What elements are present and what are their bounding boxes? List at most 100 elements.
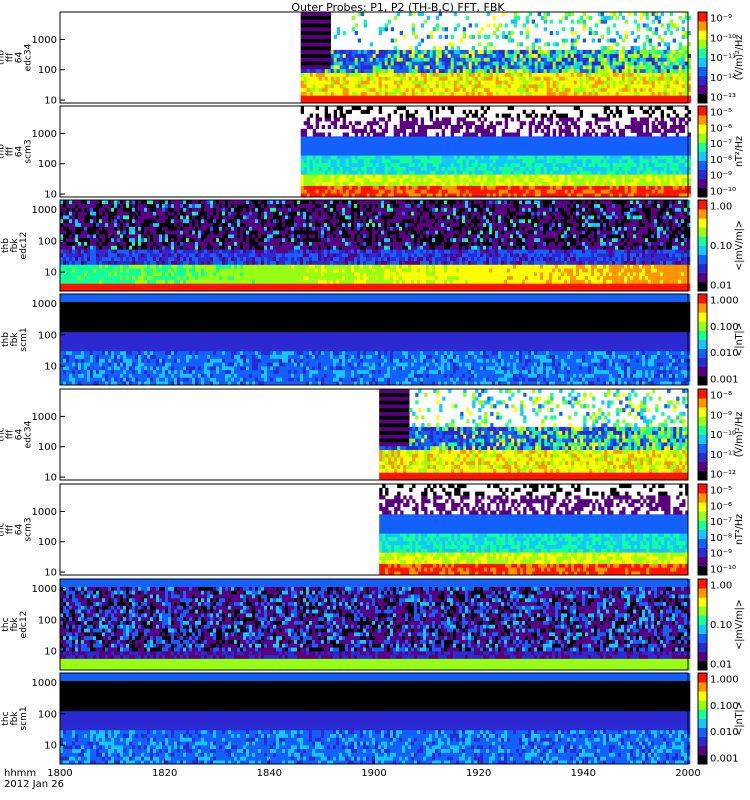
heatmap-cell (640, 95, 643, 99)
heatmap-cell (469, 84, 472, 88)
heatmap-cell (544, 65, 547, 69)
heatmap-cell (637, 88, 640, 92)
heatmap-cell (613, 54, 616, 58)
heatmap-cell (442, 95, 445, 99)
heatmap-cell (541, 50, 544, 54)
heatmap-cell (352, 69, 355, 73)
heatmap-cell (469, 88, 472, 92)
heatmap-cell (547, 77, 550, 81)
heatmap-cell (313, 58, 316, 62)
heatmap-cell (385, 92, 388, 96)
heatmap-cell (391, 39, 394, 43)
heatmap-cell (418, 58, 421, 62)
heatmap-cell (616, 80, 619, 84)
heatmap-cell (415, 92, 418, 96)
heatmap-cell (331, 88, 334, 92)
heatmap-cell (496, 73, 499, 77)
heatmap-cell (541, 88, 544, 92)
heatmap-cell (544, 12, 547, 16)
heatmap-cell (589, 69, 592, 73)
heatmap-cell (625, 20, 628, 24)
heatmap-cell (628, 54, 631, 58)
heatmap-cell (625, 61, 628, 65)
heatmap-cell (412, 84, 415, 88)
heatmap-cell (313, 61, 316, 65)
heatmap-cell (589, 88, 592, 92)
heatmap-cell (595, 77, 598, 81)
heatmap-cell (481, 69, 484, 73)
heatmap-cell (304, 61, 307, 65)
heatmap-cell (598, 12, 601, 16)
heatmap-cell (487, 84, 490, 88)
heatmap-cell (412, 92, 415, 96)
heatmap-cell (460, 77, 463, 81)
heatmap-cell (424, 88, 427, 92)
heatmap-cell (418, 42, 421, 46)
heatmap-cell (637, 95, 640, 99)
heatmap-cell (316, 73, 319, 77)
heatmap-cell (400, 61, 403, 65)
heatmap-cell (394, 95, 397, 99)
heatmap-cell (631, 61, 634, 65)
heatmap-cell (349, 65, 352, 69)
heatmap-cell (538, 50, 541, 54)
heatmap-cell (304, 54, 307, 58)
heatmap-cell (607, 50, 610, 54)
heatmap-cell (388, 20, 391, 24)
heatmap-cell (400, 58, 403, 62)
heatmap-cell (334, 77, 337, 81)
heatmap-cell (556, 77, 559, 81)
heatmap-cell (472, 77, 475, 81)
heatmap-cell (343, 31, 346, 35)
heatmap-cell (319, 16, 322, 20)
heatmap-cell (394, 92, 397, 96)
heatmap-cell (499, 80, 502, 84)
heatmap-cell (427, 77, 430, 81)
heatmap-cell (631, 65, 634, 69)
heatmap-cell (502, 73, 505, 77)
heatmap-cell (598, 69, 601, 73)
heatmap-cell (469, 69, 472, 73)
heatmap-cell (610, 95, 613, 99)
heatmap-cell (559, 50, 562, 54)
heatmap-cell (562, 92, 565, 96)
heatmap-cell (382, 54, 385, 58)
heatmap-cell (310, 95, 313, 99)
heatmap-cell (574, 73, 577, 77)
heatmap-cell (463, 50, 466, 54)
heatmap-cell (562, 16, 565, 20)
heatmap-cell (334, 73, 337, 77)
heatmap-cell (436, 95, 439, 99)
heatmap-cell (361, 88, 364, 92)
heatmap-cell (643, 84, 646, 88)
heatmap-cell (577, 69, 580, 73)
heatmap-cell (487, 73, 490, 77)
heatmap-cell (574, 84, 577, 88)
heatmap-cell (448, 65, 451, 69)
heatmap-cell (514, 80, 517, 84)
heatmap-cell (565, 92, 568, 96)
heatmap-cell (385, 69, 388, 73)
heatmap-cell (604, 54, 607, 58)
heatmap-cell (394, 84, 397, 88)
heatmap-cell (472, 84, 475, 88)
heatmap-cell (328, 12, 331, 16)
heatmap-cell (421, 65, 424, 69)
heatmap-cell (331, 54, 334, 58)
heatmap-cell (511, 95, 514, 99)
heatmap-cell (304, 88, 307, 92)
heatmap-cell (463, 73, 466, 77)
heatmap-cell (388, 58, 391, 62)
heatmap-cell (376, 80, 379, 84)
heatmap-cell (454, 58, 457, 62)
heatmap-cell (358, 88, 361, 92)
heatmap-cell (325, 23, 328, 27)
heatmap-cell (625, 77, 628, 81)
heatmap-cell (643, 65, 646, 69)
heatmap-cell (574, 54, 577, 58)
heatmap-cell (499, 58, 502, 62)
heatmap-cell (310, 61, 313, 65)
heatmap-cell (493, 23, 496, 27)
heatmap-cell (319, 77, 322, 81)
heatmap-cell (523, 54, 526, 58)
